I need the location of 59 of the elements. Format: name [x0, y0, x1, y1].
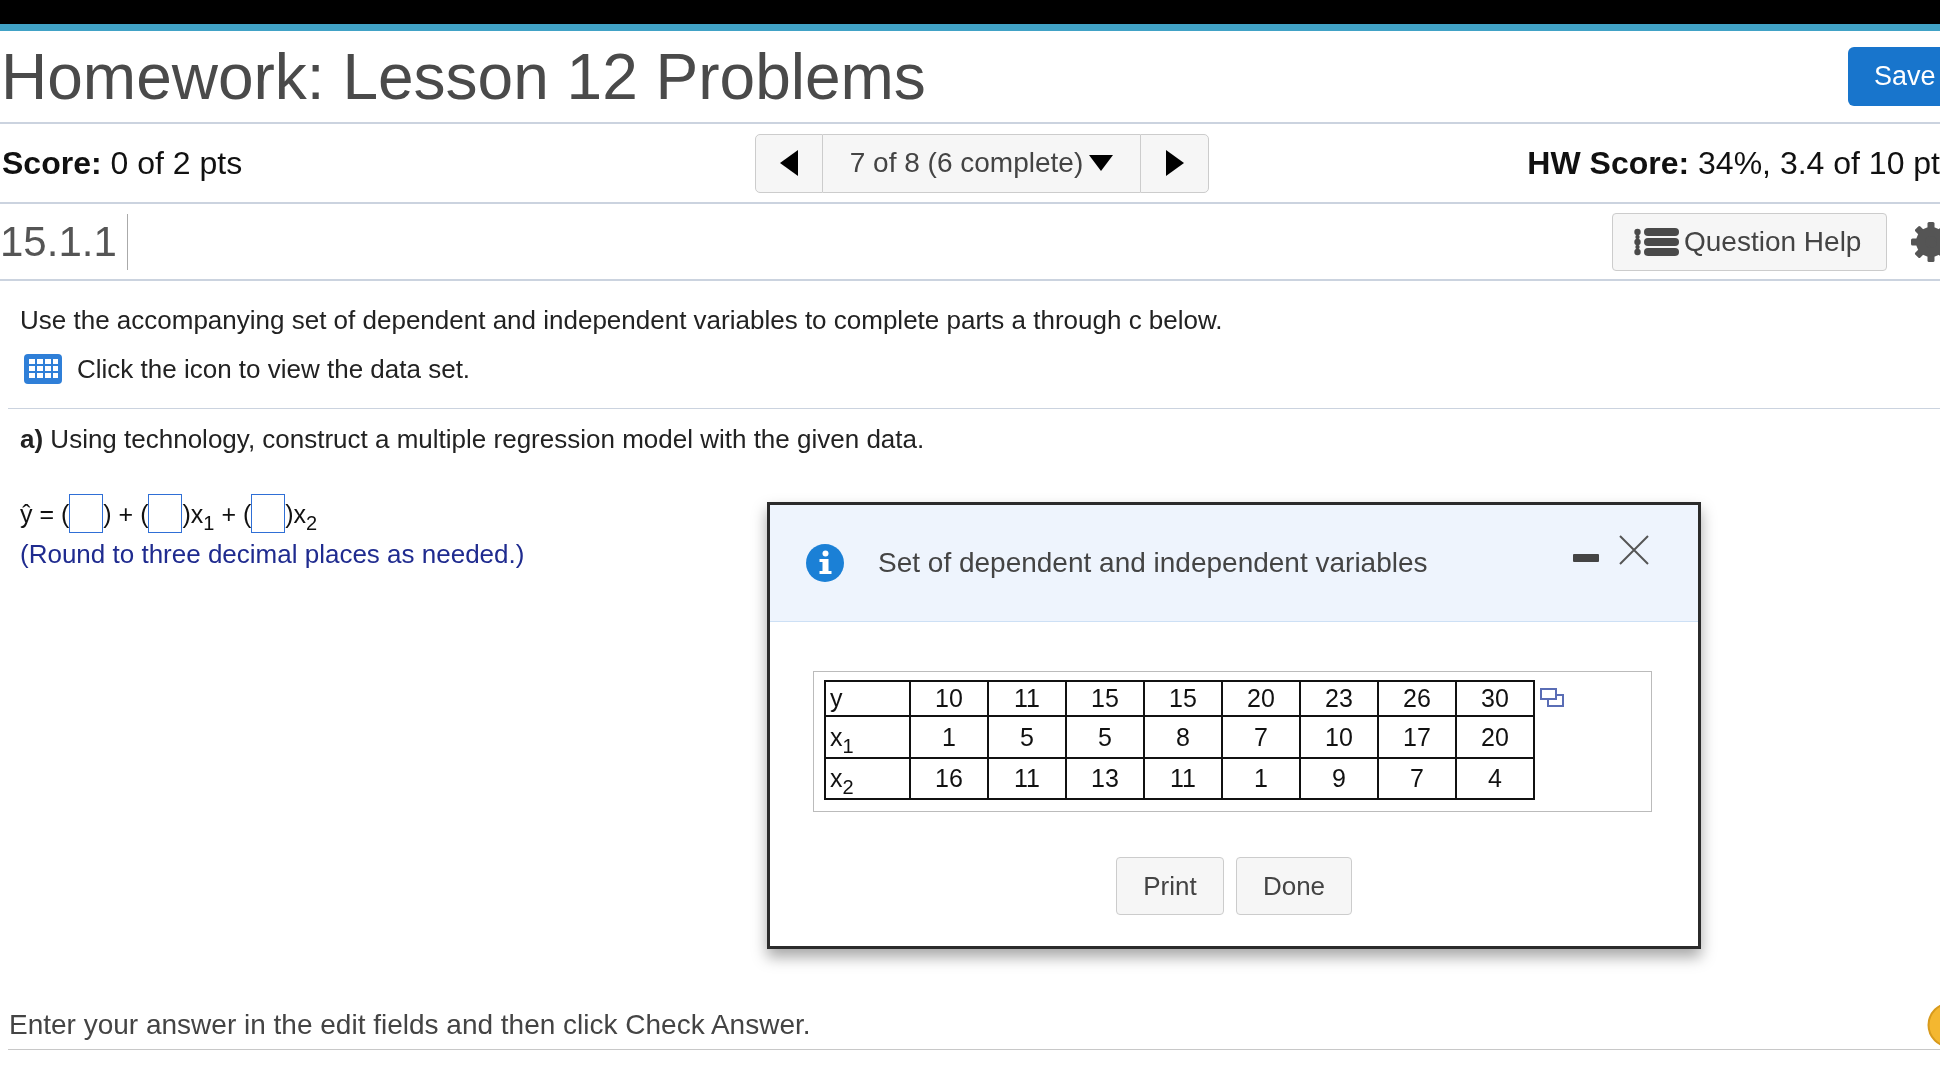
previous-button[interactable] [755, 133, 823, 193]
table-cell: 23 [1300, 681, 1378, 716]
dialog-button[interactable]: Done [1236, 857, 1352, 915]
answer-field[interactable] [251, 494, 286, 533]
answer-field[interactable] [69, 494, 104, 533]
table-cell: 5 [1066, 716, 1144, 758]
right-triangle-icon [1165, 150, 1184, 176]
table-cell: 30 [1456, 681, 1534, 716]
table-cell: 5 [988, 716, 1066, 758]
data-table-icon[interactable] [24, 354, 62, 384]
table-cell: 20 [1456, 716, 1534, 758]
part-a-text: a) Using technology, construct a multiple regression model with the given data. [20, 424, 925, 454]
row-label: x$_{1}$ [825, 716, 910, 758]
table-cell: 10 [1300, 716, 1378, 758]
table-cell: 1 [1222, 758, 1300, 799]
table-cell: 11 [1144, 758, 1222, 799]
table-cell: 7 [1378, 758, 1456, 799]
question-help-button[interactable]: Question Help [1612, 212, 1887, 271]
table-cell: 13 [1066, 758, 1144, 799]
left-triangle-icon [780, 150, 798, 176]
table-cell: 4 [1456, 758, 1534, 799]
table-cell: 1 [910, 716, 988, 758]
next-button[interactable] [1140, 133, 1209, 193]
save-button[interactable]: Save [1848, 47, 1940, 106]
page-title: Homework: Lesson 12 Problems [1, 44, 926, 109]
answer-field[interactable] [148, 494, 183, 533]
equation-text: ŷ = ( [20, 498, 70, 529]
row-label: y [825, 681, 910, 716]
caret-icon [1089, 155, 1114, 171]
table-cell: 9 [1300, 758, 1378, 799]
list-icon [1634, 227, 1679, 256]
row-label: x$_{2}$ [825, 758, 910, 799]
dialog-title: Set of dependent and independent variables [878, 547, 1428, 579]
table-cell: 17 [1378, 716, 1456, 758]
info-icon [806, 544, 844, 582]
question-number: 15.1.1 [0, 220, 117, 263]
table-cell: 15 [1066, 681, 1144, 716]
status-message: Enter your answer in the edit fields and then click Check Answer. [8, 1008, 811, 1041]
table-cell: 10 [910, 681, 988, 716]
copy-icon[interactable] [1540, 688, 1564, 707]
equation-text: ) + ( [103, 498, 149, 529]
data-link-text: Click the icon to view the data set. [77, 354, 471, 384]
table-cell: 11 [988, 758, 1066, 799]
dialog-button[interactable]: Print [1116, 857, 1224, 915]
table-cell: 11 [988, 681, 1066, 716]
table-cell: 26 [1378, 681, 1456, 716]
table-cell: 16 [910, 758, 988, 799]
equation-text: )x$_{2}$ [285, 498, 318, 529]
score-text: Score: 0 of 2 pts [1, 144, 243, 182]
question-selector[interactable]: 7 of 8 (6 complete) [823, 133, 1140, 193]
close-icon[interactable] [1619, 535, 1649, 565]
instruction-text: Use the accompanying set of dependent and independent variables to complete parts a through c below. [20, 305, 1223, 335]
table-cell: 7 [1222, 716, 1300, 758]
table-cell: 15 [1144, 681, 1222, 716]
hw-score-text: HW Score: 34%, 3.4 of 10 pt [1527, 144, 1940, 182]
table-cell: 8 [1144, 716, 1222, 758]
table-cell: 20 [1222, 681, 1300, 716]
equation-text: )x$_{1}$ + ( [182, 498, 252, 529]
rounding-note: (Round to three decimal places as needed.) [20, 539, 525, 569]
